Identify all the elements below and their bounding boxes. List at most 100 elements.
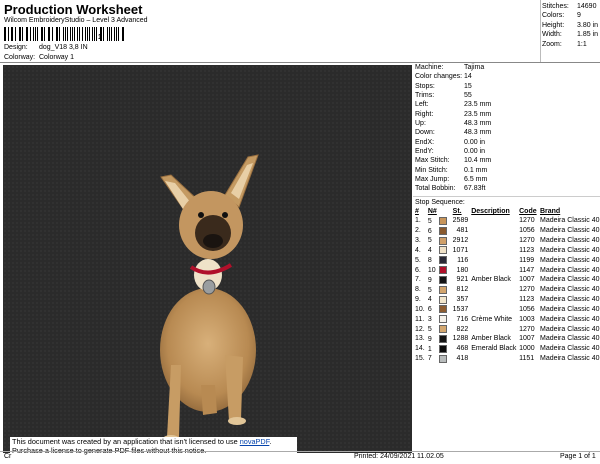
detail-row: Up: 48.3 mm [415, 119, 491, 128]
stop-row: 2. 6 481 1056 Madeira Classic 40 [415, 226, 600, 236]
detail-value: 10.4 mm [464, 157, 492, 165]
stop-row: 3. 5 2912 1270 Madeira Classic 40 [415, 236, 600, 246]
stitch-count: 2912 [452, 237, 469, 245]
barcode-bar [62, 27, 64, 41]
col-num: # [415, 208, 419, 215]
stop-row: 8. 5 812 1270 Madeira Classic 40 [415, 285, 600, 295]
detail-label: Stops: [415, 82, 435, 90]
detail-value: 48.3 mm [464, 120, 492, 128]
stop-number: 13. [415, 335, 425, 343]
detail-row: Max Stitch: 10.4 mm [415, 156, 491, 165]
thread-description [471, 245, 519, 255]
detail-label: Min Stitch: [415, 166, 448, 174]
detail-value: 6.5 mm [464, 176, 488, 184]
barcode-bar [25, 27, 27, 41]
detail-label: Up: [415, 120, 426, 128]
detail-value: 0.00 in [464, 138, 486, 146]
needle-cell: 9 [428, 275, 453, 285]
detail-row: Trims: 55 [415, 91, 491, 100]
col-description: Description [471, 208, 510, 215]
stop-number: 12. [415, 325, 425, 333]
color-swatch [438, 216, 447, 225]
needle-number: 5 [427, 217, 432, 225]
design-label: Design: [4, 44, 28, 51]
summary-value: 14690 [577, 3, 597, 10]
color-swatch [438, 354, 447, 363]
stop-row: 9. 4 357 1123 Madeira Classic 40 [415, 295, 600, 305]
color-swatch [438, 344, 447, 353]
detail-label: Right: [415, 110, 434, 118]
barcode-bar [49, 27, 51, 41]
color-swatch [438, 275, 447, 284]
thread-brand: Madeira Classic 40 [539, 315, 600, 323]
detail-row: Color changes: 14 [415, 72, 491, 81]
page-number: Page 1 of 1 [560, 453, 596, 460]
thread-brand: Madeira Classic 40 [539, 335, 600, 343]
stop-row: 12. 5 822 1270 Madeira Classic 40 [415, 324, 600, 334]
needle-number: 9 [427, 335, 432, 343]
col-code: Code [519, 208, 537, 215]
needle-cell: 5 [428, 236, 453, 246]
stop-number: 15. [415, 355, 425, 362]
detail-value: 23.5 mm [464, 110, 492, 118]
needle-number: 7 [427, 355, 432, 363]
stop-number: 8. [415, 286, 421, 294]
color-swatch [438, 256, 447, 265]
summary-value: 1.85 in [577, 31, 599, 39]
thread-brand: Madeira Classic 40 [539, 296, 600, 304]
needle-number: 4 [427, 296, 432, 304]
stitch-count: 180 [456, 266, 469, 274]
summary-value: 3.80 in [577, 21, 599, 29]
thread-brand: Madeira Classic 40 [539, 325, 600, 333]
stitch-count: 2589 [452, 217, 469, 225]
stop-row: 10. 6 1537 1056 Madeira Classic 40 [415, 304, 600, 314]
thread-description [471, 295, 519, 305]
color-swatch [438, 266, 447, 275]
barcode-bar [14, 27, 16, 41]
barcode-bar [122, 27, 124, 41]
detail-row: Right: 23.5 mm [415, 110, 491, 119]
barcode-bar [92, 27, 93, 41]
detail-row: EndY: 0.00 in [415, 147, 491, 156]
stop-number: 11. [415, 315, 425, 323]
thread-brand: Madeira Classic 40 [539, 286, 600, 294]
summary-label: Width: [542, 31, 562, 39]
thread-code: 1056 [519, 305, 535, 313]
detail-label: Left: [415, 101, 429, 109]
stitch-count: 357 [456, 296, 469, 304]
colorway-value: Colorway 1 [39, 54, 75, 61]
thread-description [471, 304, 519, 314]
detail-value: Tajima [464, 64, 485, 71]
detail-value: 0.00 in [464, 148, 486, 156]
needle-number: 4 [427, 247, 432, 255]
stitch-count: 1071 [452, 246, 469, 254]
detail-label: Machine: [415, 64, 444, 71]
notice-period: . [269, 437, 272, 446]
stop-row: 15. 7 418 1151 Madeira Classic 40 [415, 354, 600, 364]
color-swatch [438, 325, 447, 334]
novapdf-link[interactable]: novaPDF [240, 437, 270, 446]
page-title: Production Worksheet [4, 2, 143, 17]
stop-number: 9. [415, 296, 421, 304]
printed-date: Printed: 24/09/2021 11.02.05 [354, 453, 444, 460]
stop-row: 13. 9 1288 Amber Black 1007 Madeira Classic 4… [415, 334, 600, 344]
summary-row: Height: 3.80 in [542, 21, 598, 30]
stop-sequence-title: Stop Sequence: [415, 199, 465, 206]
thread-code: 1056 [519, 227, 535, 235]
needle-number: 9 [427, 276, 432, 284]
thread-code: 1270 [519, 286, 535, 294]
thread-description: Emerald Black [471, 345, 517, 353]
thread-code: 1000 [519, 345, 535, 353]
summary-label: Stitches: [542, 3, 569, 10]
detail-row: Machine: Tajima [415, 63, 491, 72]
barcode-bar [103, 27, 105, 41]
color-swatch [438, 236, 447, 245]
stop-number: 4. [415, 246, 421, 254]
needle-cell: 8 [428, 255, 453, 265]
stitch-count: 418 [456, 355, 469, 362]
thread-code: 1003 [519, 315, 535, 323]
col-needle: N# [427, 208, 437, 215]
stop-row: 7. 9 921 Amber Black 1007 Madeira Classic 40 [415, 275, 600, 285]
thread-code: 1123 [519, 296, 535, 304]
thread-brand: Madeira Classic 40 [539, 266, 600, 274]
